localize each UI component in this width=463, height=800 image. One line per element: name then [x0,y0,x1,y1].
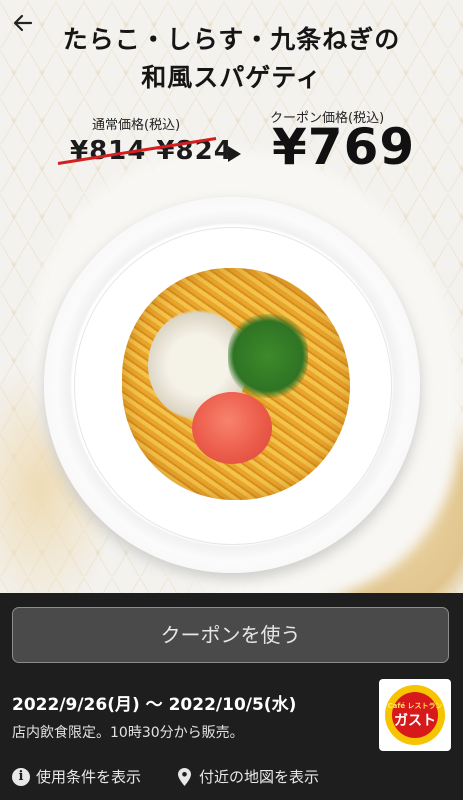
validity-dates: 2022/9/26(月) 〜 2022/10/5(水) [12,695,297,715]
location-pin-icon [178,767,191,786]
gusto-logo: Café レストラン ガスト [379,679,451,751]
back-arrow-icon[interactable] [10,10,36,36]
coupon-price: ¥769 [272,118,416,176]
logo-name-text: ガスト [394,713,436,729]
use-coupon-button[interactable]: クーポンを使う [12,607,449,663]
conditions-link-label: 使用条件を表示 [36,768,142,786]
price-arrow-icon [228,146,241,162]
tarako-topping [192,392,272,464]
info-icon: i [12,767,30,786]
coupon-title-line1: たらこ・しらす・九条ねぎの [62,25,401,54]
map-link[interactable]: 付近の地図を表示 [178,766,319,787]
map-link-label: 付近の地図を表示 [199,768,320,786]
validity-note: 店内飲食限定。10時30分から販売。 [12,725,244,741]
coupon-title-line2: 和風スパゲティ [141,63,322,92]
green-onion-topping [228,314,308,398]
regular-price-label: 通常価格(税込) [92,118,181,133]
coupon-image: たらこ・しらす・九条ねぎの 和風スパゲティ 通常価格(税込) クーポン価格(税込… [0,0,463,593]
conditions-link[interactable]: i 使用条件を表示 [12,766,141,787]
